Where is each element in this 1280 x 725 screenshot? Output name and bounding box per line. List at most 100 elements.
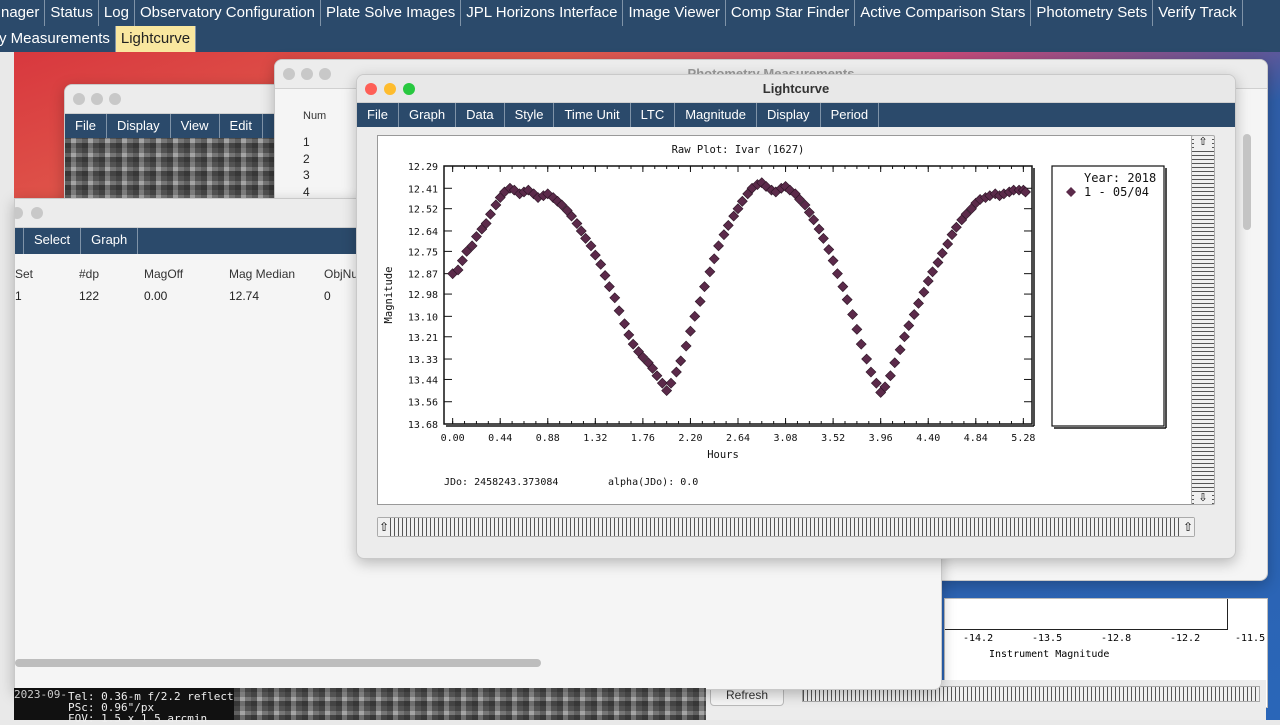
column-header[interactable]: ObjNu xyxy=(324,267,358,281)
list-item[interactable]: 2 xyxy=(303,151,310,168)
data-point xyxy=(899,331,910,343)
data-point xyxy=(841,294,853,306)
data-point xyxy=(689,310,701,322)
minimize-icon[interactable] xyxy=(384,83,396,95)
image-menu-item[interactable]: File xyxy=(65,114,107,138)
x-tick-label: 2.20 xyxy=(678,433,702,444)
lightcurve-menu-item[interactable]: File xyxy=(357,103,399,127)
column-header[interactable]: #dp xyxy=(79,267,99,281)
data-point xyxy=(603,281,615,293)
arrow-down-icon[interactable]: ⇩ xyxy=(1194,492,1212,504)
fov-line: FOV: 1.5 x 1.5 arcmin xyxy=(68,712,208,725)
arrow-right-icon[interactable]: ⇧ xyxy=(1182,518,1194,536)
tab-0[interactable]: nager xyxy=(0,0,46,26)
table-cell: 0.00 xyxy=(144,289,168,303)
arrow-left-icon[interactable]: ⇧ xyxy=(378,518,390,536)
data-point xyxy=(927,266,938,278)
x-tick-label: 3.08 xyxy=(774,433,798,444)
horizontal-scrollbar-thumb[interactable] xyxy=(15,659,541,667)
data-point xyxy=(922,275,934,287)
lightcurve-menu-item[interactable]: Magnitude xyxy=(675,103,757,127)
x-tick-label: 0.88 xyxy=(536,433,560,444)
data-point xyxy=(855,338,867,350)
tab-1[interactable]: Status xyxy=(45,0,99,26)
tab-3[interactable]: Observatory Configuration xyxy=(135,0,322,26)
tab-10[interactable]: Verify Track xyxy=(1153,0,1243,26)
close-icon[interactable] xyxy=(365,83,377,95)
sets-menu-item[interactable]: Graph xyxy=(81,228,139,254)
data-point xyxy=(670,366,682,378)
data-point xyxy=(456,255,468,267)
data-point xyxy=(485,208,496,220)
image-menu-item[interactable]: Display xyxy=(107,114,171,138)
secondary-tab-bar: y Measurements Lightcurve xyxy=(0,26,1280,52)
legend-box xyxy=(1051,165,1165,427)
tab-5[interactable]: JPL Horizons Interface xyxy=(461,0,624,26)
column-header[interactable]: Set xyxy=(15,267,33,281)
x-tick-label: 3.52 xyxy=(821,433,845,444)
instrument-magnitude-label: Instrument Magnitude xyxy=(989,649,1110,660)
y-tick-label: 12.87 xyxy=(408,270,438,281)
legend-title: Year: 2018 xyxy=(1084,171,1156,185)
x-axis-label: Hours xyxy=(707,449,739,461)
data-point xyxy=(609,292,621,304)
y-tick-label: 13.21 xyxy=(408,333,438,344)
table-cell: 122 xyxy=(79,289,100,303)
data-point xyxy=(704,266,716,278)
lightcurve-menu-item[interactable]: Graph xyxy=(399,103,457,127)
data-point xyxy=(903,320,915,332)
tab-2[interactable]: Log xyxy=(99,0,135,26)
legend-entry: 1 - 05/04 xyxy=(1084,185,1149,199)
zoom-icon[interactable] xyxy=(403,83,415,95)
tab-second-1[interactable]: Lightcurve xyxy=(115,26,197,52)
column-header[interactable]: MagOff xyxy=(144,267,183,281)
lightcurve-menu-item[interactable]: Period xyxy=(821,103,880,127)
lightcurve-menu-item[interactable]: Data xyxy=(456,103,505,127)
window-title: Lightcurve xyxy=(762,81,830,96)
data-point xyxy=(942,238,954,250)
data-point xyxy=(680,340,692,352)
vertical-scrollbar-thumb[interactable] xyxy=(1243,134,1251,230)
menu-item-clipped[interactable] xyxy=(15,228,24,254)
sets-menu-item[interactable]: Select xyxy=(24,228,82,254)
y-tick-label: 13.44 xyxy=(408,375,438,386)
column-header[interactable]: Mag Median xyxy=(229,267,295,281)
list-item[interactable]: 3 xyxy=(303,167,310,184)
data-point xyxy=(817,232,829,244)
list-item[interactable]: 1 xyxy=(303,134,310,151)
image-menu-item[interactable]: Edit xyxy=(220,114,263,138)
tab-7[interactable]: Comp Star Finder xyxy=(726,0,856,26)
data-point xyxy=(613,305,625,317)
y-tick-label: 13.56 xyxy=(408,398,438,409)
tab-4[interactable]: Plate Solve Images xyxy=(321,0,462,26)
data-point xyxy=(694,296,706,307)
lightcurve-window: Lightcurve File Graph Data Style Time Unit LT… xyxy=(356,74,1236,559)
arrow-up-icon[interactable]: ⇧ xyxy=(1194,136,1212,148)
x-tick-label: 0.44 xyxy=(488,433,512,444)
lightcurve-menu-item[interactable]: Time Unit xyxy=(554,103,631,127)
image-menu-item[interactable]: View xyxy=(171,114,220,138)
tab-9[interactable]: Photometry Sets xyxy=(1031,0,1154,26)
lightcurve-menu-item[interactable]: Style xyxy=(505,103,555,127)
data-point xyxy=(627,338,639,350)
lightcurve-menu-item[interactable]: Display xyxy=(757,103,821,127)
data-point xyxy=(837,281,849,293)
y-tick-label: 13.33 xyxy=(408,355,438,366)
tick-label: -11.5 xyxy=(1235,633,1266,644)
data-point xyxy=(685,325,696,337)
tab-second-0[interactable]: y Measurements xyxy=(0,26,116,52)
y-tick-label: 12.98 xyxy=(408,290,438,301)
tab-6[interactable]: Image Viewer xyxy=(623,0,726,26)
table-cell: 12.74 xyxy=(229,289,260,303)
data-point xyxy=(708,253,720,265)
tab-8[interactable]: Active Comparison Stars xyxy=(855,0,1032,26)
data-point xyxy=(718,229,730,241)
num-column-header: Num xyxy=(303,110,327,122)
vertical-scrollbar[interactable]: ⇧ ⇩ xyxy=(1191,135,1215,505)
data-point xyxy=(471,231,482,242)
data-point xyxy=(851,323,863,335)
data-point xyxy=(894,344,906,356)
horizontal-scrollbar[interactable]: ⇧ ⇧ xyxy=(377,517,1195,537)
lightcurve-menu-item[interactable]: LTC xyxy=(631,103,676,127)
data-point xyxy=(861,353,873,365)
